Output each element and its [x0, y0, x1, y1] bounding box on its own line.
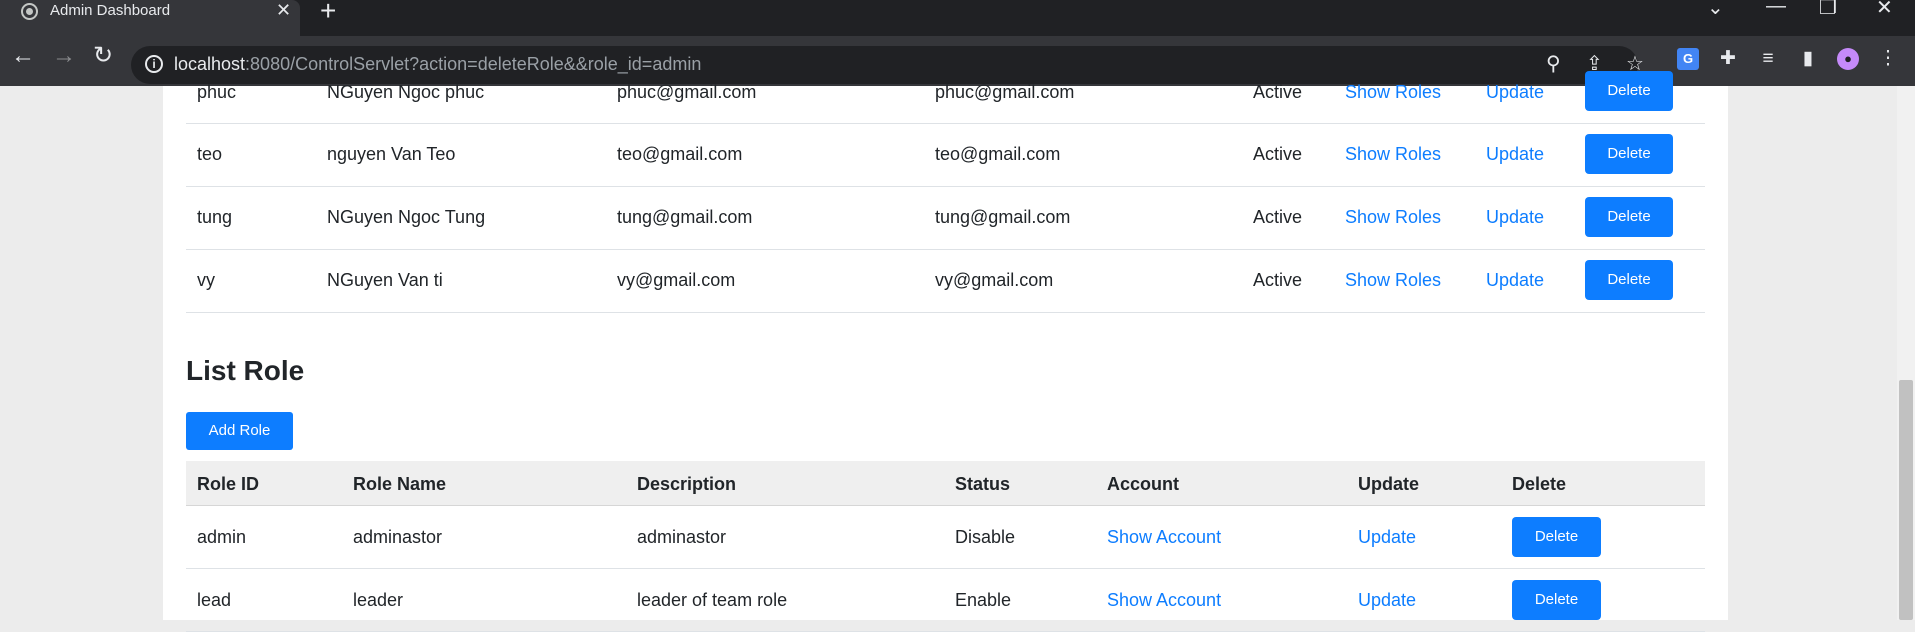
table-header: Role ID Role Name Description Status Acc… [186, 461, 1705, 506]
user-name: nguyen Van Teo [327, 144, 456, 164]
header-description: Description [637, 474, 737, 494]
add-role-button[interactable]: Add Role [186, 412, 293, 450]
puzzle-icon[interactable]: ✚ [1717, 48, 1739, 70]
user-email: tung@gmail.com [617, 207, 753, 227]
show-account-link[interactable]: Show Account [1107, 589, 1221, 611]
role-description: adminastor [637, 527, 727, 547]
delete-button[interactable]: Delete [1585, 197, 1673, 237]
header-account: Account [1107, 474, 1179, 494]
close-window-icon[interactable]: ✕ [1876, 0, 1893, 18]
user-email-secondary: teo@gmail.com [935, 144, 1061, 164]
role-status: Enable [955, 590, 1012, 610]
table-row: lead leader leader of team role Enable S… [186, 569, 1705, 632]
user-status: Active [1253, 82, 1303, 102]
restore-icon[interactable]: ❐ [1819, 0, 1837, 18]
close-icon[interactable]: ✕ [276, 0, 291, 20]
translate-icon[interactable]: G [1677, 48, 1699, 70]
menu-icon[interactable]: ⋮ [1877, 48, 1899, 70]
update-link[interactable]: Update [1486, 206, 1544, 228]
sidepanel-icon[interactable]: ▮ [1797, 48, 1819, 70]
user-email-secondary: tung@gmail.com [935, 207, 1071, 227]
user-email: vy@gmail.com [617, 270, 736, 290]
user-email: teo@gmail.com [617, 144, 743, 164]
minimize-icon[interactable]: — [1766, 0, 1786, 16]
user-id: teo [197, 144, 223, 164]
zoom-icon[interactable]: ⚲ [1546, 54, 1561, 74]
user-email-secondary: vy@gmail.com [935, 270, 1054, 290]
update-link[interactable]: Update [1358, 526, 1416, 548]
header-role-id: Role ID [197, 474, 260, 494]
chevron-down-icon[interactable]: ⌄ [1707, 0, 1724, 18]
table-row: teo nguyen Van Teo teo@gmail.com teo@gma… [186, 124, 1705, 187]
update-link[interactable]: Update [1486, 143, 1544, 165]
show-roles-link[interactable]: Show Roles [1345, 81, 1441, 103]
user-email: phuc@gmail.com [617, 82, 757, 102]
role-id: lead [197, 590, 232, 610]
header-update: Update [1358, 474, 1420, 494]
update-link[interactable]: Update [1486, 81, 1544, 103]
users-table: phuc NGuyen Ngoc phuc phuc@gmail.com phu… [186, 71, 1705, 313]
role-name: leader [353, 590, 404, 610]
user-name: NGuyen Ngoc Tung [327, 207, 486, 227]
header-status: Status [955, 474, 1011, 494]
media-icon[interactable]: ≡ [1757, 48, 1779, 70]
forward-icon[interactable]: → [52, 44, 76, 68]
role-status: Disable [955, 527, 1016, 547]
profile-icon[interactable]: ● [1837, 48, 1859, 70]
delete-button[interactable]: Delete [1512, 517, 1601, 557]
user-status: Active [1253, 270, 1303, 290]
show-roles-link[interactable]: Show Roles [1345, 269, 1441, 291]
tab-title: Admin Dashboard [50, 2, 171, 19]
header-role-name: Role Name [353, 474, 447, 494]
header-delete: Delete [1512, 474, 1567, 494]
table-row: tung NGuyen Ngoc Tung tung@gmail.com tun… [186, 187, 1705, 250]
user-name: NGuyen Van ti [327, 270, 443, 290]
plus-icon[interactable]: + [320, 0, 336, 25]
section-title: List Role [186, 355, 305, 386]
delete-button[interactable]: Delete [1512, 580, 1601, 620]
user-status: Active [1253, 207, 1303, 227]
reload-icon[interactable]: ↻ [93, 44, 113, 68]
role-description: leader of team role [637, 590, 788, 610]
address-bar[interactable]: i localhost:8080/ControlServlet?action=d… [131, 46, 1644, 84]
back-icon[interactable]: ← [11, 44, 35, 68]
user-name: NGuyen Ngoc phuc [327, 82, 485, 102]
roles-table: Role ID Role Name Description Status Acc… [186, 461, 1705, 632]
delete-button[interactable]: Delete [1585, 71, 1673, 111]
show-account-link[interactable]: Show Account [1107, 526, 1221, 548]
globe-icon [21, 3, 38, 20]
info-icon[interactable]: i [145, 55, 163, 73]
user-status: Active [1253, 144, 1303, 164]
url-text[interactable]: localhost:8080/ControlServlet?action=del… [174, 53, 701, 75]
table-row: vy NGuyen Van ti vy@gmail.com vy@gmail.c… [186, 250, 1705, 313]
role-name: adminastor [353, 527, 443, 547]
tab-strip: Admin Dashboard ✕ + ⌄ — ❐ ✕ [0, 0, 1915, 36]
table-row: phuc NGuyen Ngoc phuc phuc@gmail.com phu… [186, 71, 1705, 124]
scrollbar-thumb[interactable] [1899, 380, 1913, 620]
user-id: tung [197, 207, 233, 227]
user-id: vy [197, 270, 215, 290]
update-link[interactable]: Update [1486, 269, 1544, 291]
role-id: admin [197, 527, 247, 547]
show-roles-link[interactable]: Show Roles [1345, 206, 1441, 228]
user-id: phuc [197, 82, 237, 102]
browser-tab[interactable]: Admin Dashboard ✕ [0, 0, 300, 36]
show-roles-link[interactable]: Show Roles [1345, 143, 1441, 165]
table-row: admin adminastor adminastor Disable Show… [186, 506, 1705, 569]
delete-button[interactable]: Delete [1585, 260, 1673, 300]
delete-button[interactable]: Delete [1585, 134, 1673, 174]
update-link[interactable]: Update [1358, 589, 1416, 611]
user-email-secondary: phuc@gmail.com [935, 82, 1075, 102]
